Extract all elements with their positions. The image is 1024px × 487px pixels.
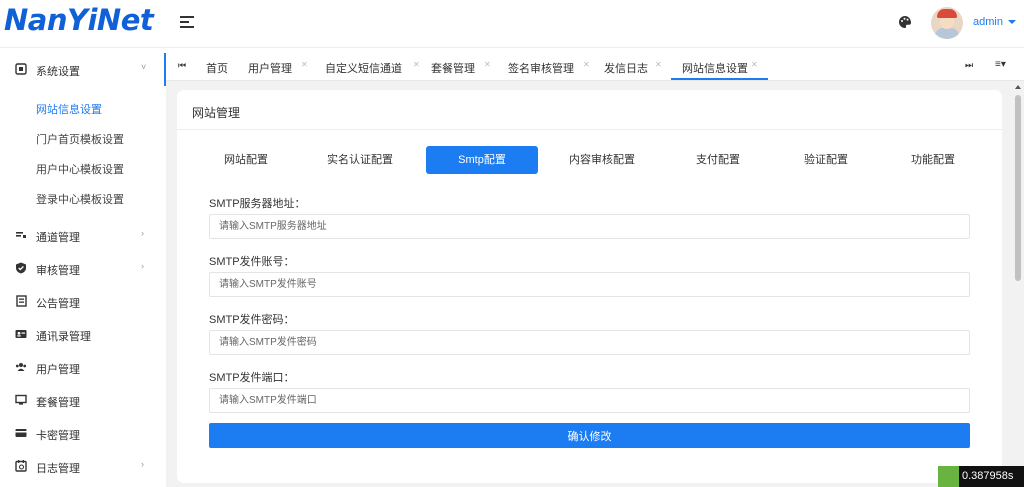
tab-label: 套餐管理	[431, 63, 475, 75]
sidebar-subitem-portal-template[interactable]: 门户首页模板设置	[36, 131, 124, 147]
smtp-account-label: SMTP发件账号：	[209, 256, 295, 268]
tab-custom-sms-channel[interactable]: 自定义短信通道 ✕	[325, 48, 425, 80]
logo-text: NanYiNet	[4, 3, 154, 37]
confirm-button[interactable]: 确认修改	[209, 423, 970, 448]
tab-label: 首页	[206, 63, 228, 75]
sidebar-subitem-user-center-template[interactable]: 用户中心模板设置	[36, 161, 124, 177]
close-icon[interactable]: ✕	[655, 60, 662, 69]
tab-send-log[interactable]: 发信日志 ✕	[604, 48, 668, 80]
sidebar-item-label: 日志管理	[36, 463, 80, 475]
render-time: 0.387958s	[962, 470, 1014, 482]
sidebar-item-label: 通道管理	[36, 232, 80, 244]
smtp-account-input[interactable]	[209, 272, 970, 297]
channel-icon	[15, 229, 27, 241]
scroll-up-icon[interactable]	[1015, 85, 1021, 89]
sidebar-item-label: 卡密管理	[36, 430, 80, 442]
smtp-port-input[interactable]	[209, 388, 970, 413]
tab-label: 自定义短信通道	[325, 63, 402, 75]
config-tab-content-review[interactable]: 内容审核配置	[555, 146, 649, 174]
shield-check-icon	[15, 262, 27, 274]
tab-signature-review[interactable]: 签名审核管理 ✕	[508, 48, 595, 80]
user-caret-icon[interactable]	[1008, 20, 1016, 24]
card-header: 网站管理	[177, 90, 1002, 130]
sidebar-item-system-settings[interactable]: 系统设置 ˅	[0, 53, 166, 86]
sidebar-subitem-site-info[interactable]: 网站信息设置	[36, 101, 102, 117]
sidebar-item-contacts[interactable]: 通讯录管理	[0, 318, 166, 351]
close-icon[interactable]: ✕	[751, 60, 758, 69]
theme-palette-icon[interactable]	[898, 15, 912, 29]
smtp-password-input[interactable]	[209, 330, 970, 355]
close-icon[interactable]: ✕	[301, 60, 308, 69]
config-tab-features[interactable]: 功能配置	[886, 146, 980, 174]
tab-label: 网站信息设置	[682, 63, 748, 75]
tabs-first-icon[interactable]: ⏮	[178, 60, 186, 71]
tab-label: 用户管理	[248, 63, 292, 75]
contacts-icon	[15, 328, 27, 340]
close-icon[interactable]: ✕	[484, 60, 491, 69]
sidebar-item-users[interactable]: 用户管理	[0, 351, 166, 384]
menu-toggle-icon[interactable]	[180, 16, 194, 28]
sidebar-item-channels[interactable]: 通道管理 ›	[0, 219, 166, 252]
config-tab-site[interactable]: 网站配置	[199, 146, 293, 174]
timer-icon	[938, 466, 959, 487]
sidebar-item-label: 用户管理	[36, 364, 80, 376]
scrollbar[interactable]	[1012, 81, 1024, 487]
package-icon	[15, 394, 27, 406]
logo[interactable]: NanYiNet	[0, 0, 166, 47]
tab-package-management[interactable]: 套餐管理 ✕	[431, 48, 495, 80]
render-timer-badge: 0.387958s	[938, 466, 1024, 487]
sidebar-item-label: 公告管理	[36, 298, 80, 310]
chevron-right-icon: ›	[141, 459, 144, 469]
sidebar-item-label: 审核管理	[36, 265, 80, 277]
smtp-password-label: SMTP发件密码：	[209, 314, 295, 326]
site-management-card: 网站管理 网站配置 实名认证配置 Smtp配置 内容审核配置 支付配置 验证配置…	[177, 90, 1002, 483]
tab-user-management[interactable]: 用户管理 ✕	[248, 48, 312, 80]
tab-site-info[interactable]: 网站信息设置 ✕	[671, 48, 768, 80]
sidebar-item-label: 套餐管理	[36, 397, 80, 409]
users-icon	[15, 361, 27, 373]
sidebar-item-packages[interactable]: 套餐管理	[0, 384, 166, 417]
close-icon[interactable]: ✕	[583, 60, 590, 69]
tabs-menu-icon[interactable]: ≡▾	[995, 59, 1006, 70]
tab-label: 发信日志	[604, 63, 648, 75]
sidebar-subitem-login-template[interactable]: 登录中心模板设置	[36, 191, 124, 207]
config-tab-verification[interactable]: 验证配置	[779, 146, 873, 174]
avatar[interactable]	[931, 7, 963, 39]
smtp-server-input[interactable]	[209, 214, 970, 239]
sidebar-item-cards[interactable]: 卡密管理	[0, 417, 166, 450]
notice-icon	[15, 295, 27, 307]
chevron-down-icon: ˅	[141, 62, 147, 72]
sidebar-item-label: 系统设置	[36, 66, 80, 78]
sidebar-item-notices[interactable]: 公告管理	[0, 285, 166, 318]
config-tab-smtp[interactable]: Smtp配置	[426, 146, 538, 174]
chevron-right-icon: ›	[141, 261, 144, 271]
tab-label: 签名审核管理	[508, 63, 574, 75]
close-icon[interactable]: ✕	[413, 60, 420, 69]
sidebar: 系统设置 ˅ 网站信息设置 门户首页模板设置 用户中心模板设置 登录中心模板设置…	[0, 47, 166, 487]
top-bar: NanYiNet admin	[0, 0, 1024, 47]
scrollbar-thumb[interactable]	[1015, 95, 1021, 281]
tab-home[interactable]: 首页	[206, 48, 232, 80]
settings-icon	[15, 63, 27, 75]
config-tab-realname[interactable]: 实名认证配置	[313, 146, 407, 174]
card-icon	[15, 427, 27, 439]
sidebar-item-logs[interactable]: 日志管理 ›	[0, 450, 166, 483]
chevron-right-icon: ›	[141, 228, 144, 238]
sidebar-item-review[interactable]: 审核管理 ›	[0, 252, 166, 285]
smtp-port-label: SMTP发件端口：	[209, 372, 295, 384]
card-title: 网站管理	[192, 106, 241, 120]
user-name[interactable]: admin	[973, 16, 1003, 28]
config-tab-payment[interactable]: 支付配置	[671, 146, 765, 174]
log-icon	[15, 460, 27, 472]
tab-bar: ⏮ 首页 用户管理 ✕ 自定义短信通道 ✕ 套餐管理 ✕ 签名审核管理 ✕ 发信…	[166, 47, 1024, 81]
tabs-last-icon[interactable]: ⏭	[965, 60, 973, 71]
sidebar-item-label: 通讯录管理	[36, 331, 91, 343]
smtp-server-label: SMTP服务器地址：	[209, 198, 306, 210]
